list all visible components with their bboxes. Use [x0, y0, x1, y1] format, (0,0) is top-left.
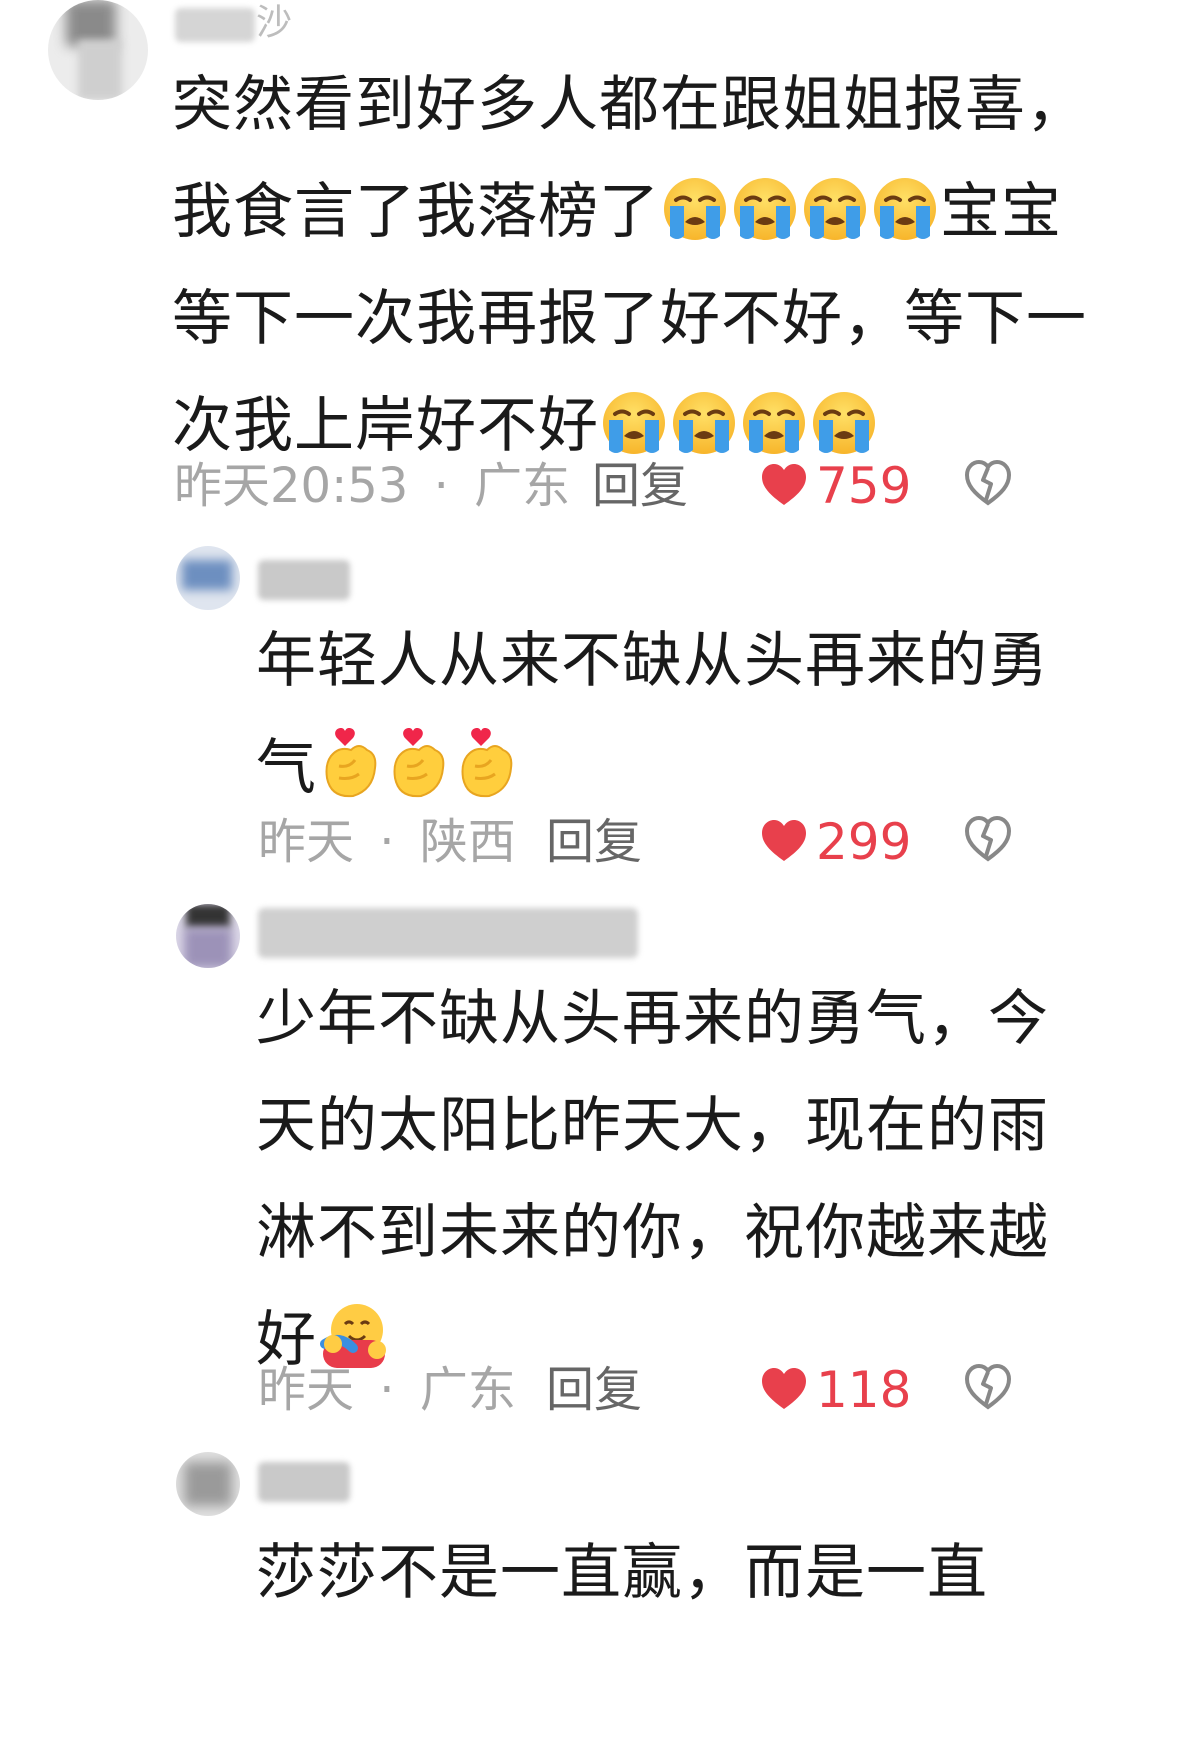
- comment-meta: 昨天20:53 · 广东: [174, 456, 570, 516]
- comment-line: 气: [256, 733, 317, 803]
- comment-body: 莎莎不是一直赢，而是一直: [256, 1520, 1156, 1627]
- reply-button[interactable]: 回复: [592, 456, 688, 516]
- avatar[interactable]: [48, 0, 148, 100]
- heart-icon: [760, 816, 808, 876]
- location: 陕西: [419, 814, 516, 870]
- username-blurred[interactable]: [258, 1462, 350, 1502]
- heart-icon: [760, 1364, 808, 1424]
- reply-button[interactable]: 回复: [546, 1360, 642, 1420]
- like-button[interactable]: 118: [760, 1360, 911, 1420]
- comment-meta: 昨天 · 陕西: [258, 812, 516, 872]
- timestamp: 昨天: [258, 1362, 355, 1418]
- heart-icon: [760, 460, 808, 520]
- comment-line: 年轻人从来不缺从头再来的勇: [256, 626, 1049, 696]
- comment-line: 天的太阳比昨天大，现在的雨: [256, 1091, 1049, 1161]
- comment-meta: 昨天 · 广东: [258, 1360, 516, 1420]
- avatar[interactable]: [176, 904, 240, 968]
- comment-line: 少年不缺从头再来的勇气，今: [256, 984, 1049, 1054]
- separator: ·: [433, 458, 449, 514]
- username-blurred[interactable]: [258, 560, 350, 600]
- location: 广东: [419, 1362, 516, 1418]
- comment-body: 年轻人从来不缺从头再来的勇 气: [256, 608, 1156, 822]
- location: 广东: [474, 458, 571, 514]
- avatar[interactable]: [176, 546, 240, 610]
- separator: ·: [379, 814, 395, 870]
- comment-line: 次我上岸好不好: [172, 391, 599, 461]
- crying-face-icon: [802, 169, 868, 276]
- crying-face-icon: [732, 169, 798, 276]
- like-count: 299: [816, 813, 912, 871]
- timestamp: 昨天: [258, 814, 355, 870]
- comment-line: 莎莎不是一直赢，而是一直: [256, 1538, 988, 1608]
- reply-button[interactable]: 回复: [546, 812, 642, 872]
- crying-face-icon: [872, 169, 938, 276]
- comment-line: 等下一次我再报了好不好，等下一: [172, 284, 1087, 354]
- like-count: 118: [816, 1361, 912, 1419]
- like-button[interactable]: 759: [760, 456, 911, 516]
- dislike-icon[interactable]: [964, 459, 1012, 510]
- like-count: 759: [816, 457, 912, 515]
- crying-face-icon: [662, 169, 728, 276]
- timestamp: 昨天20:53: [174, 458, 409, 514]
- dislike-icon[interactable]: [964, 1363, 1012, 1414]
- comment-line-tail: 宝宝: [940, 177, 1062, 247]
- separator: ·: [379, 1362, 395, 1418]
- avatar[interactable]: [176, 1452, 240, 1516]
- like-button[interactable]: 299: [760, 812, 911, 872]
- comment-line: 我食言了我落榜了: [172, 177, 660, 247]
- dislike-icon[interactable]: [964, 815, 1012, 866]
- username-partial[interactable]: 沙: [256, 0, 292, 46]
- comment-line: 淋不到未来的你，祝你越来越: [256, 1198, 1049, 1268]
- username-blurred[interactable]: [258, 908, 638, 958]
- username-blurred[interactable]: [175, 8, 255, 42]
- comment-body: 突然看到好多人都在跟姐姐报喜， 我食言了我落榜了 宝宝 等下一次我再报了好不好，等…: [172, 52, 1172, 480]
- comment-line: 突然看到好多人都在跟姐姐报喜，: [172, 70, 1087, 140]
- comment-body: 少年不缺从头再来的勇气，今 天的太阳比昨天大，现在的雨 淋不到未来的你，祝你越来…: [256, 966, 1156, 1394]
